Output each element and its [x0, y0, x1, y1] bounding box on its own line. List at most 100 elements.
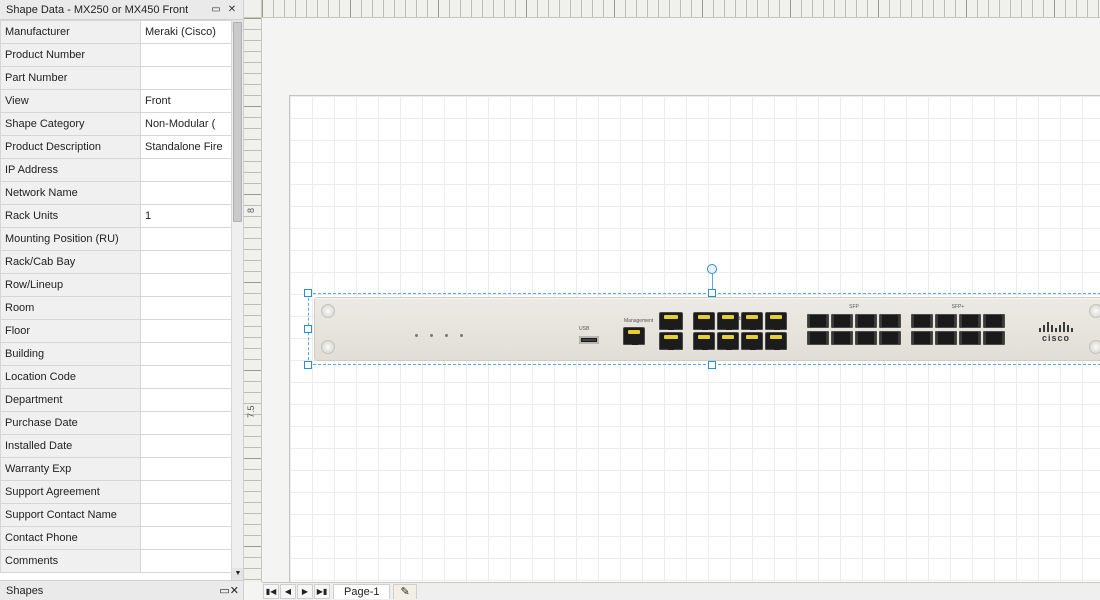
page-tab-bar: ▮◀ ◀ ▶ ▶▮ Page-1 ✎ [262, 582, 1100, 600]
shapes-panel-header[interactable]: Shapes ▭ ✕ [0, 580, 243, 600]
new-page-tab[interactable]: ✎ [393, 584, 416, 599]
property-value[interactable] [141, 343, 243, 366]
property-label: Location Code [1, 366, 141, 389]
resize-handle[interactable] [304, 325, 312, 333]
property-row[interactable]: Department [1, 389, 243, 412]
resize-handle[interactable] [304, 289, 312, 297]
property-value[interactable]: Non-Modular ( [141, 113, 243, 136]
property-row[interactable]: Product DescriptionStandalone Fire [1, 136, 243, 159]
shape-data-panel: Shape Data - MX250 or MX450 Front ▭ ✕ Ma… [0, 0, 244, 600]
sfp-port-icon [935, 331, 957, 345]
property-row[interactable]: Contact Phone [1, 527, 243, 550]
screw-icon [321, 304, 335, 318]
property-row[interactable]: Support Agreement [1, 481, 243, 504]
device-shape-mx-front[interactable]: USB Management Internet GbE SFP [314, 297, 1100, 361]
property-value[interactable] [141, 297, 243, 320]
page-viewport[interactable]: USB Management Internet GbE SFP [262, 18, 1100, 582]
scroll-thumb[interactable] [233, 22, 242, 222]
scroll-down-icon[interactable]: ▼ [232, 568, 243, 580]
sfp-port-icon [879, 331, 901, 345]
horizontal-ruler[interactable] [262, 0, 1100, 18]
property-value[interactable] [141, 504, 243, 527]
nav-first-button[interactable]: ▮◀ [263, 584, 279, 599]
property-value[interactable] [141, 67, 243, 90]
property-value[interactable] [141, 458, 243, 481]
nav-last-button[interactable]: ▶▮ [314, 584, 330, 599]
panel-dock-icon[interactable]: ▭ [209, 3, 223, 17]
property-row[interactable]: Mounting Position (RU) [1, 228, 243, 251]
property-value[interactable] [141, 182, 243, 205]
property-value[interactable] [141, 274, 243, 297]
property-row[interactable]: Comments [1, 550, 243, 573]
sfp-port-icon [831, 314, 853, 328]
property-row[interactable]: ManufacturerMeraki (Cisco) [1, 21, 243, 44]
drawing-canvas-area: 87.5 USB Manag [244, 0, 1100, 600]
property-label: IP Address [1, 159, 141, 182]
shapes-dock-icon[interactable]: ▭ [219, 581, 229, 600]
property-value[interactable] [141, 435, 243, 458]
property-row[interactable]: Room [1, 297, 243, 320]
rj45-port-icon [693, 332, 715, 350]
sfp-port-icon [911, 331, 933, 345]
property-value[interactable] [141, 481, 243, 504]
property-value[interactable] [141, 527, 243, 550]
property-value[interactable]: Standalone Fire [141, 136, 243, 159]
property-row[interactable]: Location Code [1, 366, 243, 389]
resize-handle[interactable] [708, 361, 716, 369]
property-value[interactable] [141, 550, 243, 573]
resize-handle[interactable] [304, 361, 312, 369]
group-label: SFP+ [911, 304, 1005, 310]
property-label: Row/Lineup [1, 274, 141, 297]
rj45-port-icon [659, 332, 683, 350]
property-row[interactable]: Floor [1, 320, 243, 343]
property-row[interactable]: Row/Lineup [1, 274, 243, 297]
vertical-ruler[interactable]: 87.5 [244, 18, 262, 582]
property-value[interactable] [141, 320, 243, 343]
property-value[interactable] [141, 159, 243, 182]
property-row[interactable]: Part Number [1, 67, 243, 90]
property-label: Warranty Exp [1, 458, 141, 481]
property-row[interactable]: Purchase Date [1, 412, 243, 435]
property-value[interactable]: Meraki (Cisco) [141, 21, 243, 44]
sfp-port-icon [807, 331, 829, 345]
property-value[interactable] [141, 389, 243, 412]
property-label: Part Number [1, 67, 141, 90]
property-label: Building [1, 343, 141, 366]
property-row[interactable]: Shape CategoryNon-Modular ( [1, 113, 243, 136]
property-row[interactable]: Rack Units1 [1, 205, 243, 228]
property-value[interactable] [141, 228, 243, 251]
sfp-port-icon [959, 314, 981, 328]
panel-header[interactable]: Shape Data - MX250 or MX450 Front ▭ ✕ [0, 0, 243, 20]
property-row[interactable]: Warranty Exp [1, 458, 243, 481]
screw-icon [321, 340, 335, 354]
panel-close-icon[interactable]: ✕ [225, 3, 239, 17]
property-label: View [1, 90, 141, 113]
property-value[interactable] [141, 412, 243, 435]
property-row[interactable]: Building [1, 343, 243, 366]
nav-next-button[interactable]: ▶ [297, 584, 313, 599]
property-row[interactable]: Support Contact Name [1, 504, 243, 527]
nav-prev-button[interactable]: ◀ [280, 584, 296, 599]
sfp-port-icon [935, 314, 957, 328]
property-value[interactable] [141, 251, 243, 274]
property-value[interactable]: Front [141, 90, 243, 113]
shapes-close-icon[interactable]: ✕ [230, 581, 239, 600]
property-row[interactable]: ViewFront [1, 90, 243, 113]
sfp-port-icon [807, 314, 829, 328]
property-value[interactable]: 1 [141, 205, 243, 228]
property-row[interactable]: Installed Date [1, 435, 243, 458]
port-group-internet: Internet [659, 312, 685, 350]
page-tab-active[interactable]: Page-1 [333, 584, 390, 599]
property-grid: ManufacturerMeraki (Cisco)Product Number… [0, 20, 243, 580]
property-value[interactable] [141, 44, 243, 67]
sfp-port-icon [959, 331, 981, 345]
property-value[interactable] [141, 366, 243, 389]
property-row[interactable]: Rack/Cab Bay [1, 251, 243, 274]
resize-handle[interactable] [708, 289, 716, 297]
property-row[interactable]: Product Number [1, 44, 243, 67]
property-row[interactable]: IP Address [1, 159, 243, 182]
panel-scrollbar[interactable]: ▲ ▼ [231, 20, 243, 580]
property-row[interactable]: Network Name [1, 182, 243, 205]
mgmt-label: Management [624, 318, 653, 324]
rotate-handle[interactable] [707, 264, 717, 274]
